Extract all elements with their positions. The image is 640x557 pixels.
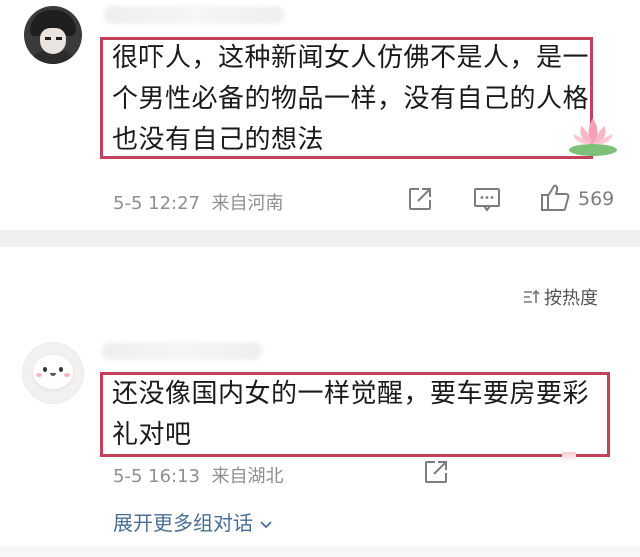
section-divider: [0, 230, 640, 247]
lotus-sticker-icon: [569, 118, 617, 156]
sort-by-hot-button[interactable]: 按热度: [522, 284, 598, 310]
comment-line: 很吓人，这种新闻女人仿佛不是人，是一: [112, 43, 590, 73]
comment-text: 还没像国内女的一样觉醒，要车要房要彩 礼对吧: [112, 374, 589, 456]
sort-icon: [524, 289, 540, 303]
like-count: 569: [578, 188, 615, 210]
comment-line: 还没像国内女的一样觉醒，要车要房要彩: [112, 379, 590, 409]
comment-date: 5-5 16:13: [113, 466, 200, 487]
comment-line: 也没有自己的想法: [112, 125, 325, 155]
comment-date: 5-5 12:27: [113, 193, 200, 214]
comment-location: 来自河南: [211, 193, 284, 214]
expand-more-conversations-link[interactable]: 展开更多组对话: [113, 507, 273, 536]
sort-label: 按热度: [544, 288, 598, 309]
comment-icon[interactable]: [472, 185, 502, 213]
comment-meta: 5-5 16:13 来自湖北: [113, 462, 283, 488]
share-icon[interactable]: [422, 458, 450, 486]
share-icon[interactable]: [406, 185, 434, 213]
comment-meta: 5-5 12:27 来自河南: [113, 189, 283, 215]
username-blurred[interactable]: [104, 6, 284, 24]
bottom-edge: [0, 546, 640, 557]
comment-location: 来自湖北: [211, 466, 284, 487]
expand-label: 展开更多组对话: [113, 511, 253, 535]
comment-line: 礼对吧: [112, 420, 192, 450]
thumbs-up-icon[interactable]: [539, 182, 571, 214]
user-avatar[interactable]: [22, 342, 84, 404]
username-blurred[interactable]: [102, 342, 262, 360]
chevron-down-icon: [260, 520, 272, 528]
comment-line: 个男性必备的物品一样，没有自己的人格: [112, 84, 590, 114]
user-avatar[interactable]: [24, 6, 82, 64]
comment-text: 很吓人，这种新闻女人仿佛不是人，是一 个男性必备的物品一样，没有自己的人格 也没…: [112, 38, 589, 161]
sticker-fragment: [562, 452, 576, 462]
